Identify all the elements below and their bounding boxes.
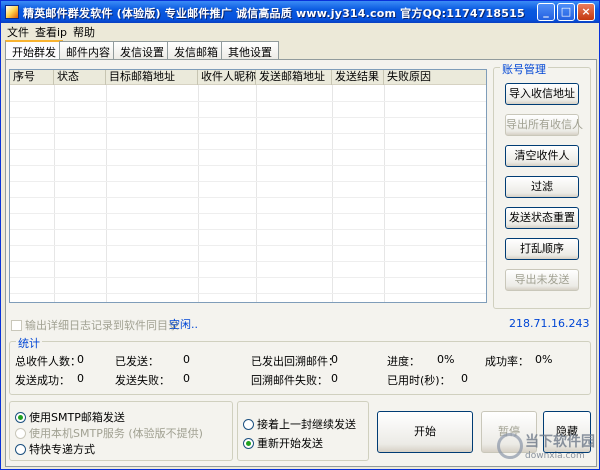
col-index[interactable]: 序号	[10, 70, 54, 85]
log-checkbox[interactable]: 输出详细日志记录到软件同目录	[11, 317, 179, 333]
radio-express-dot[interactable]	[15, 444, 26, 455]
menu-help[interactable]: 帮助	[73, 24, 95, 40]
watermark: 当下软件园 downxia.com	[495, 429, 599, 467]
maximize-icon[interactable]: □	[557, 3, 575, 21]
table-row-line	[10, 245, 486, 246]
col-nickname[interactable]: 收件人昵称	[198, 70, 256, 85]
success-rate-label: 成功率：	[485, 355, 529, 368]
account-panel-title: 账号管理	[500, 61, 548, 77]
table-row-line	[10, 149, 486, 150]
table-row-line	[10, 293, 486, 294]
tab-other-settings[interactable]: 其他设置	[221, 41, 279, 59]
elapsed-value: 0	[461, 372, 468, 385]
table-row-line	[10, 277, 486, 278]
receipt-fail-value: 0	[331, 372, 338, 385]
tab-send-settings[interactable]: 发信设置	[113, 41, 171, 59]
radio-local-smtp[interactable]: 使用本机SMTP服务 (体验版不提供)	[15, 425, 203, 441]
col-status[interactable]: 状态	[54, 70, 106, 85]
total-value: 0	[77, 353, 84, 366]
shuffle-button[interactable]: 打乱顺序	[505, 238, 579, 260]
radio-smtp-dot[interactable]	[15, 412, 26, 423]
table-row-line	[10, 181, 486, 182]
title-bar: 精英邮件群发软件 (体验版) 专业邮件推广 诚信高品质 www.jy314.co…	[1, 1, 599, 23]
radio-express[interactable]: 特快专递方式	[15, 441, 95, 457]
sent-value: 0	[183, 353, 190, 366]
success-rate-value: 0%	[535, 353, 553, 366]
radio-restart-dot[interactable]	[243, 438, 254, 449]
clear-recipients-button[interactable]: 清空收件人	[505, 145, 579, 167]
receipt-label: 已发出回溯邮件：	[251, 355, 339, 368]
total-label: 总收件人数：	[15, 355, 81, 368]
table-row-line	[10, 229, 486, 230]
table-header: 序号 状态 目标邮箱地址 收件人昵称 发送邮箱地址 发送结果 失败原因	[10, 70, 486, 85]
radio-restart[interactable]: 重新开始发送	[243, 435, 323, 451]
watermark-text: 当下软件园	[525, 434, 595, 450]
filter-button[interactable]: 过滤	[505, 176, 579, 198]
radio-smtp[interactable]: 使用SMTP邮箱发送	[15, 409, 125, 425]
table-row-line	[10, 261, 486, 262]
radio-smtp-label: 使用SMTP邮箱发送	[29, 411, 125, 424]
reset-status-button[interactable]: 发送状态重置	[505, 207, 579, 229]
close-icon[interactable]: ×	[577, 3, 595, 21]
table-row-line	[10, 101, 486, 102]
radio-local-smtp-dot[interactable]	[15, 428, 26, 439]
start-button[interactable]: 开始	[377, 411, 473, 453]
progress-value: 0%	[437, 353, 455, 366]
window-title: 精英邮件群发软件 (体验版) 专业邮件推广 诚信高品质 www.jy314.co…	[23, 7, 525, 20]
status-text: 空闲..	[169, 318, 198, 331]
radio-restart-label: 重新开始发送	[257, 437, 323, 450]
receipt-value: 0	[331, 353, 338, 366]
radio-continue-dot[interactable]	[243, 419, 254, 430]
radio-local-smtp-label: 使用本机SMTP服务 (体验版不提供)	[29, 427, 203, 440]
elapsed-label: 已用时(秒)：	[387, 374, 451, 387]
tab-mail-content[interactable]: 邮件内容	[59, 41, 117, 59]
log-checkbox-label: 输出详细日志记录到软件同目录	[25, 319, 179, 332]
col-fail-reason[interactable]: 失败原因	[384, 70, 486, 85]
app-window: 精英邮件群发软件 (体验版) 专业邮件推广 诚信高品质 www.jy314.co…	[0, 0, 600, 470]
table-row-line	[10, 117, 486, 118]
menu-bar: 文件 查看ip 帮助	[1, 23, 599, 39]
export-unsent-button[interactable]: 导出未发送	[505, 269, 579, 291]
table-row-line	[10, 213, 486, 214]
stats-title: 统计	[16, 335, 42, 351]
table-row-line	[10, 197, 486, 198]
progress-label: 进度：	[387, 355, 420, 368]
fail-label: 发送失败：	[115, 374, 170, 387]
menu-file[interactable]: 文件	[7, 24, 29, 40]
minimize-icon[interactable]: _	[537, 3, 555, 21]
table-row-line	[10, 165, 486, 166]
menu-view-ip[interactable]: 查看ip	[35, 24, 67, 40]
radio-express-label: 特快专递方式	[29, 443, 95, 456]
radio-continue[interactable]: 接着上一封继续发送	[243, 416, 356, 432]
ip-address: 218.71.16.243	[509, 317, 590, 330]
watermark-sub: downxia.com	[525, 451, 585, 461]
table-row-line	[10, 133, 486, 134]
log-checkbox-box[interactable]	[11, 320, 22, 331]
import-addresses-button[interactable]: 导入收信地址	[505, 83, 579, 105]
col-sender-email[interactable]: 发送邮箱地址	[256, 70, 332, 85]
recipient-table[interactable]: 序号 状态 目标邮箱地址 收件人昵称 发送邮箱地址 发送结果 失败原因	[9, 69, 487, 303]
success-label: 发送成功：	[15, 374, 70, 387]
watermark-logo-icon	[497, 433, 523, 459]
col-target-email[interactable]: 目标邮箱地址	[106, 70, 198, 85]
tab-start-send[interactable]: 开始群发	[5, 40, 63, 60]
receipt-fail-label: 回溯邮件失败：	[251, 374, 328, 387]
fail-value: 0	[183, 372, 190, 385]
export-all-recipients-button[interactable]: 导出所有收信人	[505, 114, 583, 136]
radio-continue-label: 接着上一封继续发送	[257, 418, 356, 431]
sent-label: 已发送：	[115, 355, 159, 368]
tab-send-mailbox[interactable]: 发信邮箱	[167, 41, 225, 59]
app-icon	[5, 5, 19, 19]
success-value: 0	[77, 372, 84, 385]
col-result[interactable]: 发送结果	[332, 70, 384, 85]
